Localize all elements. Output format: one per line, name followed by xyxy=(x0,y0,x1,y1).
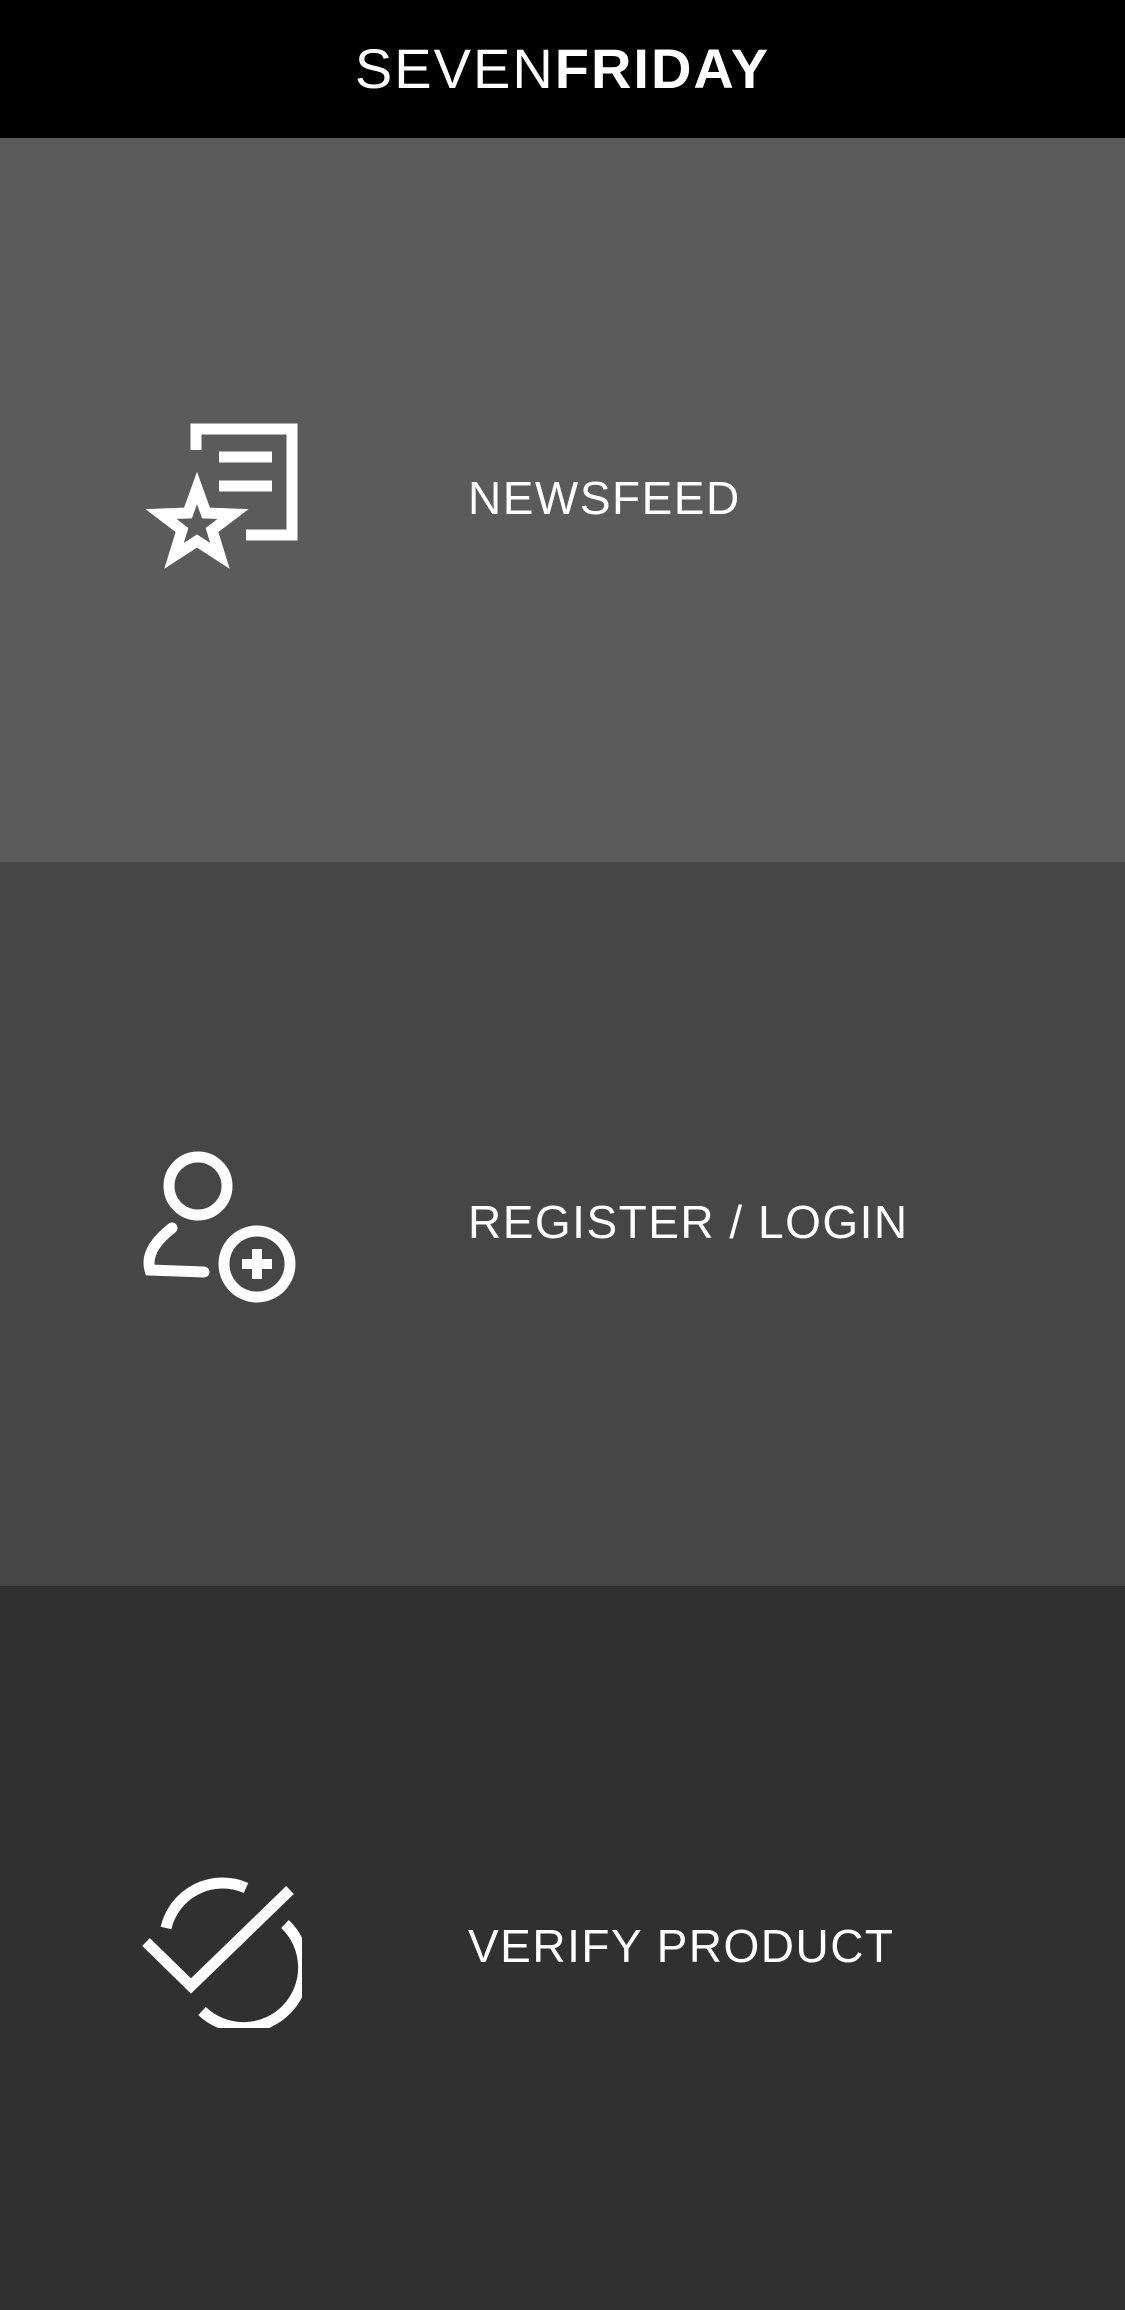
menu-item-register-login[interactable]: REGISTER / LOGIN xyxy=(0,862,1125,1586)
logo-text-bold: FRIDAY xyxy=(554,37,771,100)
newsfeed-star-document-icon xyxy=(142,420,302,580)
menu-item-label: VERIFY PRODUCT xyxy=(468,1920,895,1972)
menu-item-label: REGISTER / LOGIN xyxy=(468,1196,909,1248)
logo-text-light: SEVEN xyxy=(354,37,555,100)
sevenfriday-logo: SEVENFRIDAY xyxy=(355,41,770,97)
app-header: SEVENFRIDAY xyxy=(0,0,1125,138)
menu-item-verify-product[interactable]: VERIFY PRODUCT xyxy=(0,1586,1125,2310)
menu-item-label: NEWSFEED xyxy=(468,472,741,524)
user-add-icon xyxy=(142,1144,302,1304)
verify-check-icon xyxy=(142,1868,310,2034)
menu-item-newsfeed[interactable]: NEWSFEED xyxy=(0,138,1125,862)
